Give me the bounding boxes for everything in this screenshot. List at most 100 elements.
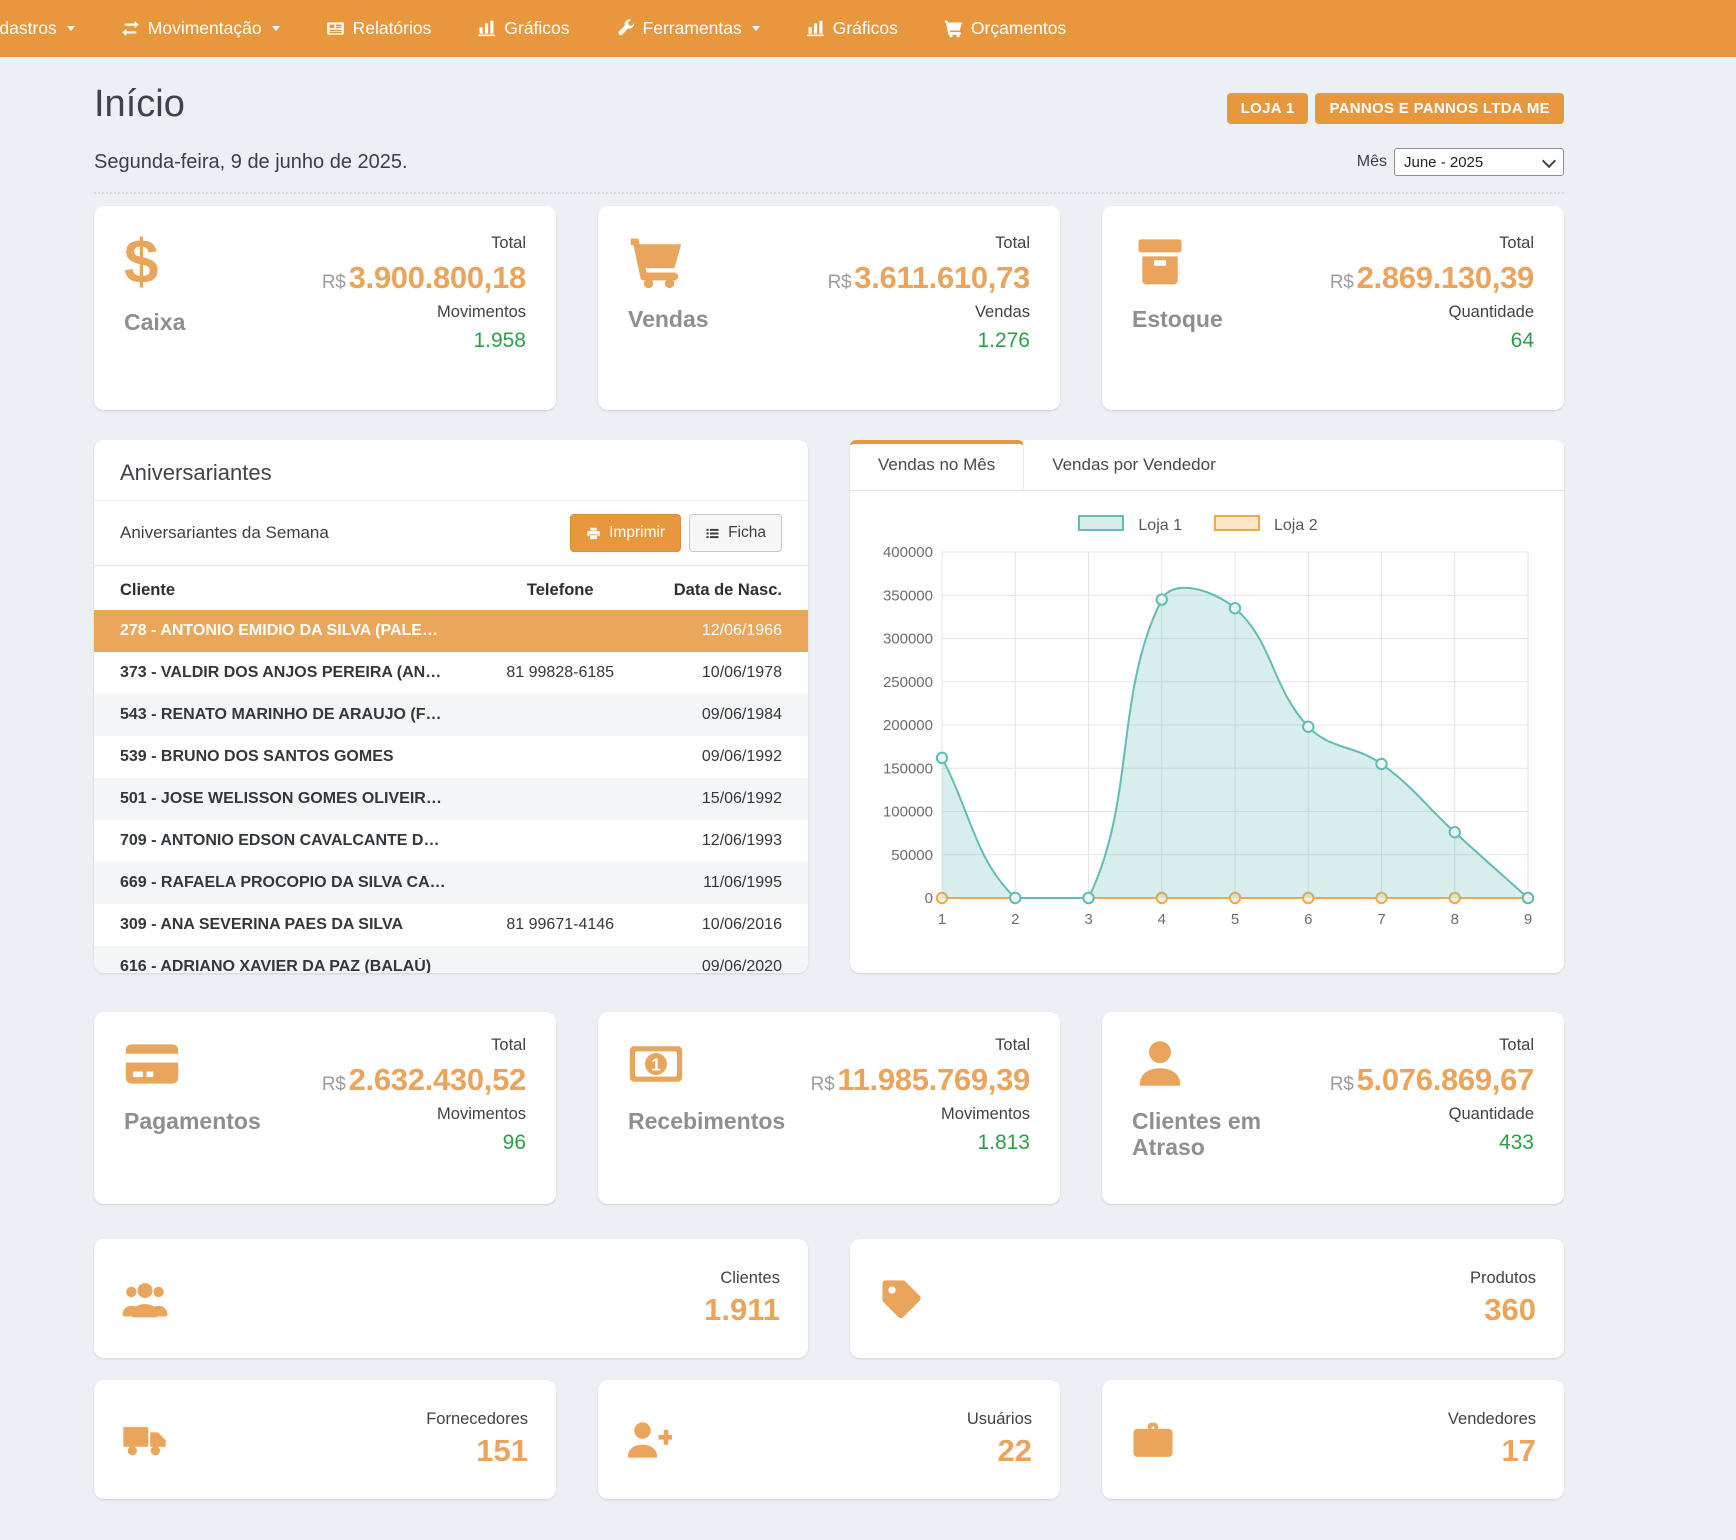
svg-text:7: 7 [1377,911,1385,928]
count-label: Quantidade [1330,303,1534,322]
header-buttons: LOJA 1 PANNOS E PANNOS LTDA ME [1227,93,1564,124]
sales-chart-section: Vendas no Mês Vendas por Vendedor Loja 1… [850,440,1564,973]
summary-label: Clientes [704,1269,780,1288]
summary-value: 17 [1448,1433,1536,1469]
current-date: Segunda-feira, 9 de junho de 2025. [94,151,408,174]
bar-chart-icon [477,19,496,38]
summary-card-produtos: Produtos360 [850,1239,1564,1358]
table-row[interactable]: 709 - ANTONIO EDSON CAVALCANTE D…12/06/1… [120,820,782,862]
nav-item-cadastros[interactable]: Cadastros [0,0,98,57]
aniversariantes-panel: Aniversariantes Aniversariantes da Seman… [94,440,808,973]
page-content: Início LOJA 1 PANNOS E PANNOS LTDA ME Se… [94,57,1564,1499]
table-row[interactable]: 616 - ADRIANO XAVIER DA PAZ (BALAÚ)09/06… [94,946,808,973]
nav-item-movimentacao[interactable]: Movimentação [98,0,303,57]
summary-card-fornecedores: Fornecedores 151 [94,1380,556,1499]
money-bill-icon: 1 [628,1036,684,1092]
list-icon [705,526,720,541]
nav-item-label: Movimentação [148,18,262,39]
birthdate-cell: 09/06/1992 [636,748,782,766]
table-row[interactable]: 539 - BRUNO DOS SANTOS GOMES09/06/1992 [120,736,782,778]
summary-cards: Clientes1.911 Produtos360 [94,1239,1564,1358]
nav-item-label: Cadastros [0,18,57,39]
svg-text:250000: 250000 [883,674,933,691]
company-button[interactable]: PANNOS E PANNOS LTDA ME [1315,93,1564,124]
nav-item-label: Gráficos [833,18,898,39]
table-header: Cliente Telefone Data de Nasc. [120,566,782,610]
svg-text:2: 2 [1011,911,1019,928]
birthdate-cell: 10/06/2016 [636,916,782,934]
credit-card-icon [124,1036,180,1092]
wrench-icon [616,19,635,38]
caret-down-icon [752,26,760,31]
birthdate-cell: 10/06/1978 [636,664,782,682]
nav-item-label: Orçamentos [971,18,1066,39]
nav-item-graficos-2[interactable]: Gráficos [783,0,921,57]
aniversariantes-title: Aniversariantes [94,440,808,501]
svg-text:5: 5 [1231,911,1239,928]
count-label: Vendas [828,303,1030,322]
table-row[interactable]: 373 - VALDIR DOS ANJOS PEREIRA (AN…81 99… [120,652,782,694]
nav-item-orcamentos[interactable]: Orçamentos [921,0,1089,57]
printer-icon [586,526,601,541]
stat-card-estoque: EstoqueTotalR$2.869.130,39Quantidade64 [1102,206,1564,410]
footer-cards: Fornecedores151Usuários22Vendedores17 [94,1380,1564,1499]
table-row[interactable]: 543 - RENATO MARINHO DE ARAUJO (F… 09/06/… [94,694,808,736]
tab-vendas-por-vendedor[interactable]: Vendas por Vendedor [1024,440,1244,490]
summary-card-clientes: Clientes1.911 [94,1239,808,1358]
birthdate-cell: 09/06/1984 [636,706,782,724]
svg-text:300000: 300000 [883,631,933,648]
user-plus-icon [626,1417,672,1463]
ficha-button-label: Ficha [728,524,766,542]
print-button-label: Imprimir [609,524,665,542]
table-row[interactable]: 669 - RAFAELA PROCOPIO DA SILVA CA…11/06… [94,862,808,904]
ficha-button[interactable]: Ficha [689,514,782,552]
stat-card-label: Pagamentos [124,1108,274,1134]
stat-card-label: Vendas [628,306,778,332]
stat-card-clientes-atraso: Clientes em AtrasoTotalR$5.076.869,67Qua… [1102,1012,1564,1204]
total-label: Total [811,1036,1030,1055]
summary-label: Fornecedores [426,1410,528,1429]
total-value: R$3.611.610,73 [828,260,1030,296]
count-label: Quantidade [1330,1105,1534,1124]
legend-swatch [1078,515,1124,531]
briefcase-icon [1130,1417,1176,1463]
total-label: Total [828,234,1030,253]
nav-item-relatorios[interactable]: Relatórios [303,0,455,57]
users-icon [122,1276,168,1322]
total-value: R$5.076.869,67 [1330,1062,1534,1098]
table-row[interactable]: 278 - ANTONIO EMIDIO DA SILVA (PALE…12/0… [94,610,808,652]
count-value: 1.813 [811,1131,1030,1155]
table-row[interactable]: 501 - JOSE WELISSON GOMES OLIVEIR…15/06/… [94,778,808,820]
client-cell: 709 - ANTONIO EDSON CAVALCANTE D… [120,832,484,850]
svg-text:1: 1 [651,1054,661,1074]
column-data-nasc: Data de Nasc. [636,581,782,600]
tab-vendas-no-mes[interactable]: Vendas no Mês [850,440,1024,490]
summary-label: Vendedores [1448,1410,1536,1429]
total-label: Total [322,1036,526,1055]
count-label: Movimentos [322,303,526,322]
nav-item-graficos[interactable]: Gráficos [454,0,592,57]
client-cell: 543 - RENATO MARINHO DE ARAUJO (F… [120,706,484,724]
birthday-table: Cliente Telefone Data de Nasc. 278 - ANT… [94,566,808,973]
svg-text:0: 0 [925,890,933,907]
table-row[interactable]: 309 - ANA SEVERINA PAES DA SILVA81 99671… [120,904,782,946]
store-button[interactable]: LOJA 1 [1227,93,1309,124]
summary-value: 151 [426,1433,528,1469]
user-icon [1132,1036,1188,1092]
nav-item-ferramentas[interactable]: Ferramentas [593,0,783,57]
total-value: R$2.632.430,52 [322,1062,526,1098]
month-select-wrap: June - 2025 [1394,148,1564,176]
count-value: 1.276 [828,329,1030,353]
aniversariantes-subtitle: Aniversariantes da Semana [120,523,329,543]
summary-value: 22 [967,1433,1032,1469]
birthdate-cell: 12/06/1966 [636,622,782,640]
date-row: Segunda-feira, 9 de junho de 2025. Mês J… [94,148,1564,194]
svg-text:400000: 400000 [883,544,933,561]
svg-text:50000: 50000 [891,847,933,864]
month-select[interactable]: June - 2025 [1394,148,1564,176]
print-button[interactable]: Imprimir [570,514,681,552]
chart-tabs: Vendas no Mês Vendas por Vendedor [850,440,1564,491]
column-cliente: Cliente [120,581,484,600]
column-telefone: Telefone [484,581,636,600]
stat-card-caixa: $CaixaTotalR$3.900.800,18Movimentos1.958 [94,206,556,410]
